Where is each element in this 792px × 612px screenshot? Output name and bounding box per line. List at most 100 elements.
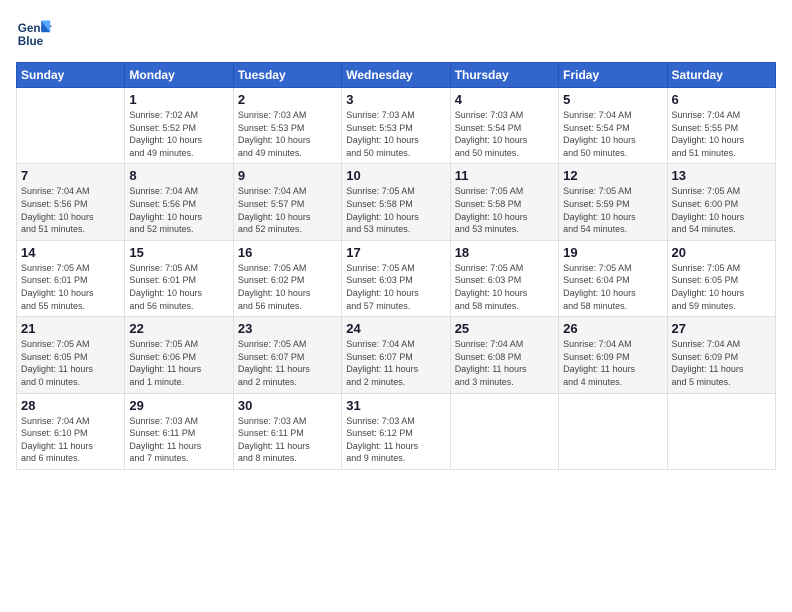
day-info: Sunrise: 7:03 AM Sunset: 5:54 PM Dayligh… [455, 109, 554, 159]
calendar-cell: 22 Sunrise: 7:05 AM Sunset: 6:06 PM Dayli… [125, 317, 233, 393]
day-number: 16 [238, 245, 337, 260]
day-number: 11 [455, 168, 554, 183]
calendar-cell: 14 Sunrise: 7:05 AM Sunset: 6:01 PM Dayli… [17, 240, 125, 316]
calendar-body: 1Sunrise: 7:02 AM Sunset: 5:52 PM Daylig… [17, 88, 776, 470]
calendar-cell: 29 Sunrise: 7:03 AM Sunset: 6:11 PM Dayli… [125, 393, 233, 469]
calendar-cell: 24 Sunrise: 7:04 AM Sunset: 6:07 PM Dayli… [342, 317, 450, 393]
day-number: 22 [129, 321, 228, 336]
calendar-cell: 27 Sunrise: 7:04 AM Sunset: 6:09 PM Dayli… [667, 317, 775, 393]
calendar-cell: 26 Sunrise: 7:04 AM Sunset: 6:09 PM Dayli… [559, 317, 667, 393]
calendar-week-row: 7 Sunrise: 7:04 AM Sunset: 5:56 PM Daylig… [17, 164, 776, 240]
calendar-cell: 21 Sunrise: 7:05 AM Sunset: 6:05 PM Dayli… [17, 317, 125, 393]
day-info: Sunrise: 7:04 AM Sunset: 5:56 PM Dayligh… [129, 185, 228, 235]
day-number: 31 [346, 398, 445, 413]
calendar-cell: 13 Sunrise: 7:05 AM Sunset: 6:00 PM Dayli… [667, 164, 775, 240]
calendar-cell: 28 Sunrise: 7:04 AM Sunset: 6:10 PM Dayli… [17, 393, 125, 469]
day-number: 2 [238, 92, 337, 107]
calendar-cell [17, 88, 125, 164]
calendar-week-row: 14 Sunrise: 7:05 AM Sunset: 6:01 PM Dayli… [17, 240, 776, 316]
calendar-cell: 9Sunrise: 7:04 AM Sunset: 5:57 PM Daylig… [233, 164, 341, 240]
calendar-table: SundayMondayTuesdayWednesdayThursdayFrid… [16, 62, 776, 470]
day-number: 21 [21, 321, 120, 336]
calendar-cell: 6 Sunrise: 7:04 AM Sunset: 5:55 PM Daylig… [667, 88, 775, 164]
weekday-header-thursday: Thursday [450, 63, 558, 88]
day-info: Sunrise: 7:04 AM Sunset: 5:56 PM Dayligh… [21, 185, 120, 235]
day-info: Sunrise: 7:04 AM Sunset: 6:09 PM Dayligh… [563, 338, 662, 388]
day-number: 10 [346, 168, 445, 183]
day-number: 19 [563, 245, 662, 260]
weekday-header-friday: Friday [559, 63, 667, 88]
calendar-cell: 1Sunrise: 7:02 AM Sunset: 5:52 PM Daylig… [125, 88, 233, 164]
calendar-cell: 30 Sunrise: 7:03 AM Sunset: 6:11 PM Dayli… [233, 393, 341, 469]
day-info: Sunrise: 7:05 AM Sunset: 6:00 PM Dayligh… [672, 185, 771, 235]
day-number: 6 [672, 92, 771, 107]
day-number: 30 [238, 398, 337, 413]
calendar-cell [559, 393, 667, 469]
day-info: Sunrise: 7:04 AM Sunset: 6:07 PM Dayligh… [346, 338, 445, 388]
calendar-cell: 7 Sunrise: 7:04 AM Sunset: 5:56 PM Daylig… [17, 164, 125, 240]
day-number: 29 [129, 398, 228, 413]
day-info: Sunrise: 7:03 AM Sunset: 5:53 PM Dayligh… [346, 109, 445, 159]
day-info: Sunrise: 7:03 AM Sunset: 6:11 PM Dayligh… [238, 415, 337, 465]
day-number: 15 [129, 245, 228, 260]
day-info: Sunrise: 7:03 AM Sunset: 6:11 PM Dayligh… [129, 415, 228, 465]
svg-text:Blue: Blue [18, 35, 44, 48]
day-info: Sunrise: 7:04 AM Sunset: 6:09 PM Dayligh… [672, 338, 771, 388]
weekday-header-monday: Monday [125, 63, 233, 88]
calendar-cell: 31 Sunrise: 7:03 AM Sunset: 6:12 PM Dayli… [342, 393, 450, 469]
calendar-cell [450, 393, 558, 469]
day-number: 28 [21, 398, 120, 413]
weekday-header-row: SundayMondayTuesdayWednesdayThursdayFrid… [17, 63, 776, 88]
day-info: Sunrise: 7:05 AM Sunset: 6:01 PM Dayligh… [21, 262, 120, 312]
logo-icon: General Blue [16, 16, 52, 52]
weekday-header-sunday: Sunday [17, 63, 125, 88]
calendar-cell: 19Sunrise: 7:05 AM Sunset: 6:04 PM Dayli… [559, 240, 667, 316]
day-number: 8 [129, 168, 228, 183]
day-info: Sunrise: 7:05 AM Sunset: 6:02 PM Dayligh… [238, 262, 337, 312]
day-info: Sunrise: 7:04 AM Sunset: 6:08 PM Dayligh… [455, 338, 554, 388]
calendar-cell: 18Sunrise: 7:05 AM Sunset: 6:03 PM Dayli… [450, 240, 558, 316]
day-info: Sunrise: 7:03 AM Sunset: 6:12 PM Dayligh… [346, 415, 445, 465]
calendar-cell: 8 Sunrise: 7:04 AM Sunset: 5:56 PM Daylig… [125, 164, 233, 240]
calendar-cell: 20Sunrise: 7:05 AM Sunset: 6:05 PM Dayli… [667, 240, 775, 316]
calendar-cell: 2 Sunrise: 7:03 AM Sunset: 5:53 PM Daylig… [233, 88, 341, 164]
day-info: Sunrise: 7:04 AM Sunset: 5:54 PM Dayligh… [563, 109, 662, 159]
day-info: Sunrise: 7:05 AM Sunset: 6:03 PM Dayligh… [455, 262, 554, 312]
day-number: 14 [21, 245, 120, 260]
day-number: 23 [238, 321, 337, 336]
header: General Blue [16, 16, 776, 52]
day-info: Sunrise: 7:04 AM Sunset: 6:10 PM Dayligh… [21, 415, 120, 465]
calendar-header: SundayMondayTuesdayWednesdayThursdayFrid… [17, 63, 776, 88]
calendar-cell: 5 Sunrise: 7:04 AM Sunset: 5:54 PM Daylig… [559, 88, 667, 164]
day-number: 25 [455, 321, 554, 336]
day-info: Sunrise: 7:05 AM Sunset: 5:59 PM Dayligh… [563, 185, 662, 235]
weekday-header-tuesday: Tuesday [233, 63, 341, 88]
day-number: 1 [129, 92, 228, 107]
day-number: 24 [346, 321, 445, 336]
day-info: Sunrise: 7:05 AM Sunset: 5:58 PM Dayligh… [346, 185, 445, 235]
day-number: 26 [563, 321, 662, 336]
calendar-cell [667, 393, 775, 469]
day-number: 17 [346, 245, 445, 260]
day-number: 27 [672, 321, 771, 336]
day-info: Sunrise: 7:05 AM Sunset: 6:01 PM Dayligh… [129, 262, 228, 312]
day-info: Sunrise: 7:05 AM Sunset: 6:05 PM Dayligh… [672, 262, 771, 312]
day-info: Sunrise: 7:04 AM Sunset: 5:55 PM Dayligh… [672, 109, 771, 159]
day-number: 13 [672, 168, 771, 183]
day-info: Sunrise: 7:05 AM Sunset: 6:06 PM Dayligh… [129, 338, 228, 388]
day-number: 7 [21, 168, 120, 183]
calendar-cell: 17Sunrise: 7:05 AM Sunset: 6:03 PM Dayli… [342, 240, 450, 316]
calendar-cell: 25 Sunrise: 7:04 AM Sunset: 6:08 PM Dayli… [450, 317, 558, 393]
calendar-cell: 23Sunrise: 7:05 AM Sunset: 6:07 PM Dayli… [233, 317, 341, 393]
calendar-cell: 11Sunrise: 7:05 AM Sunset: 5:58 PM Dayli… [450, 164, 558, 240]
day-number: 4 [455, 92, 554, 107]
day-number: 3 [346, 92, 445, 107]
calendar-week-row: 28 Sunrise: 7:04 AM Sunset: 6:10 PM Dayli… [17, 393, 776, 469]
day-info: Sunrise: 7:03 AM Sunset: 5:53 PM Dayligh… [238, 109, 337, 159]
weekday-header-wednesday: Wednesday [342, 63, 450, 88]
day-info: Sunrise: 7:05 AM Sunset: 6:05 PM Dayligh… [21, 338, 120, 388]
calendar-cell: 4 Sunrise: 7:03 AM Sunset: 5:54 PM Daylig… [450, 88, 558, 164]
calendar-cell: 15 Sunrise: 7:05 AM Sunset: 6:01 PM Dayli… [125, 240, 233, 316]
calendar-week-row: 21 Sunrise: 7:05 AM Sunset: 6:05 PM Dayli… [17, 317, 776, 393]
day-number: 5 [563, 92, 662, 107]
